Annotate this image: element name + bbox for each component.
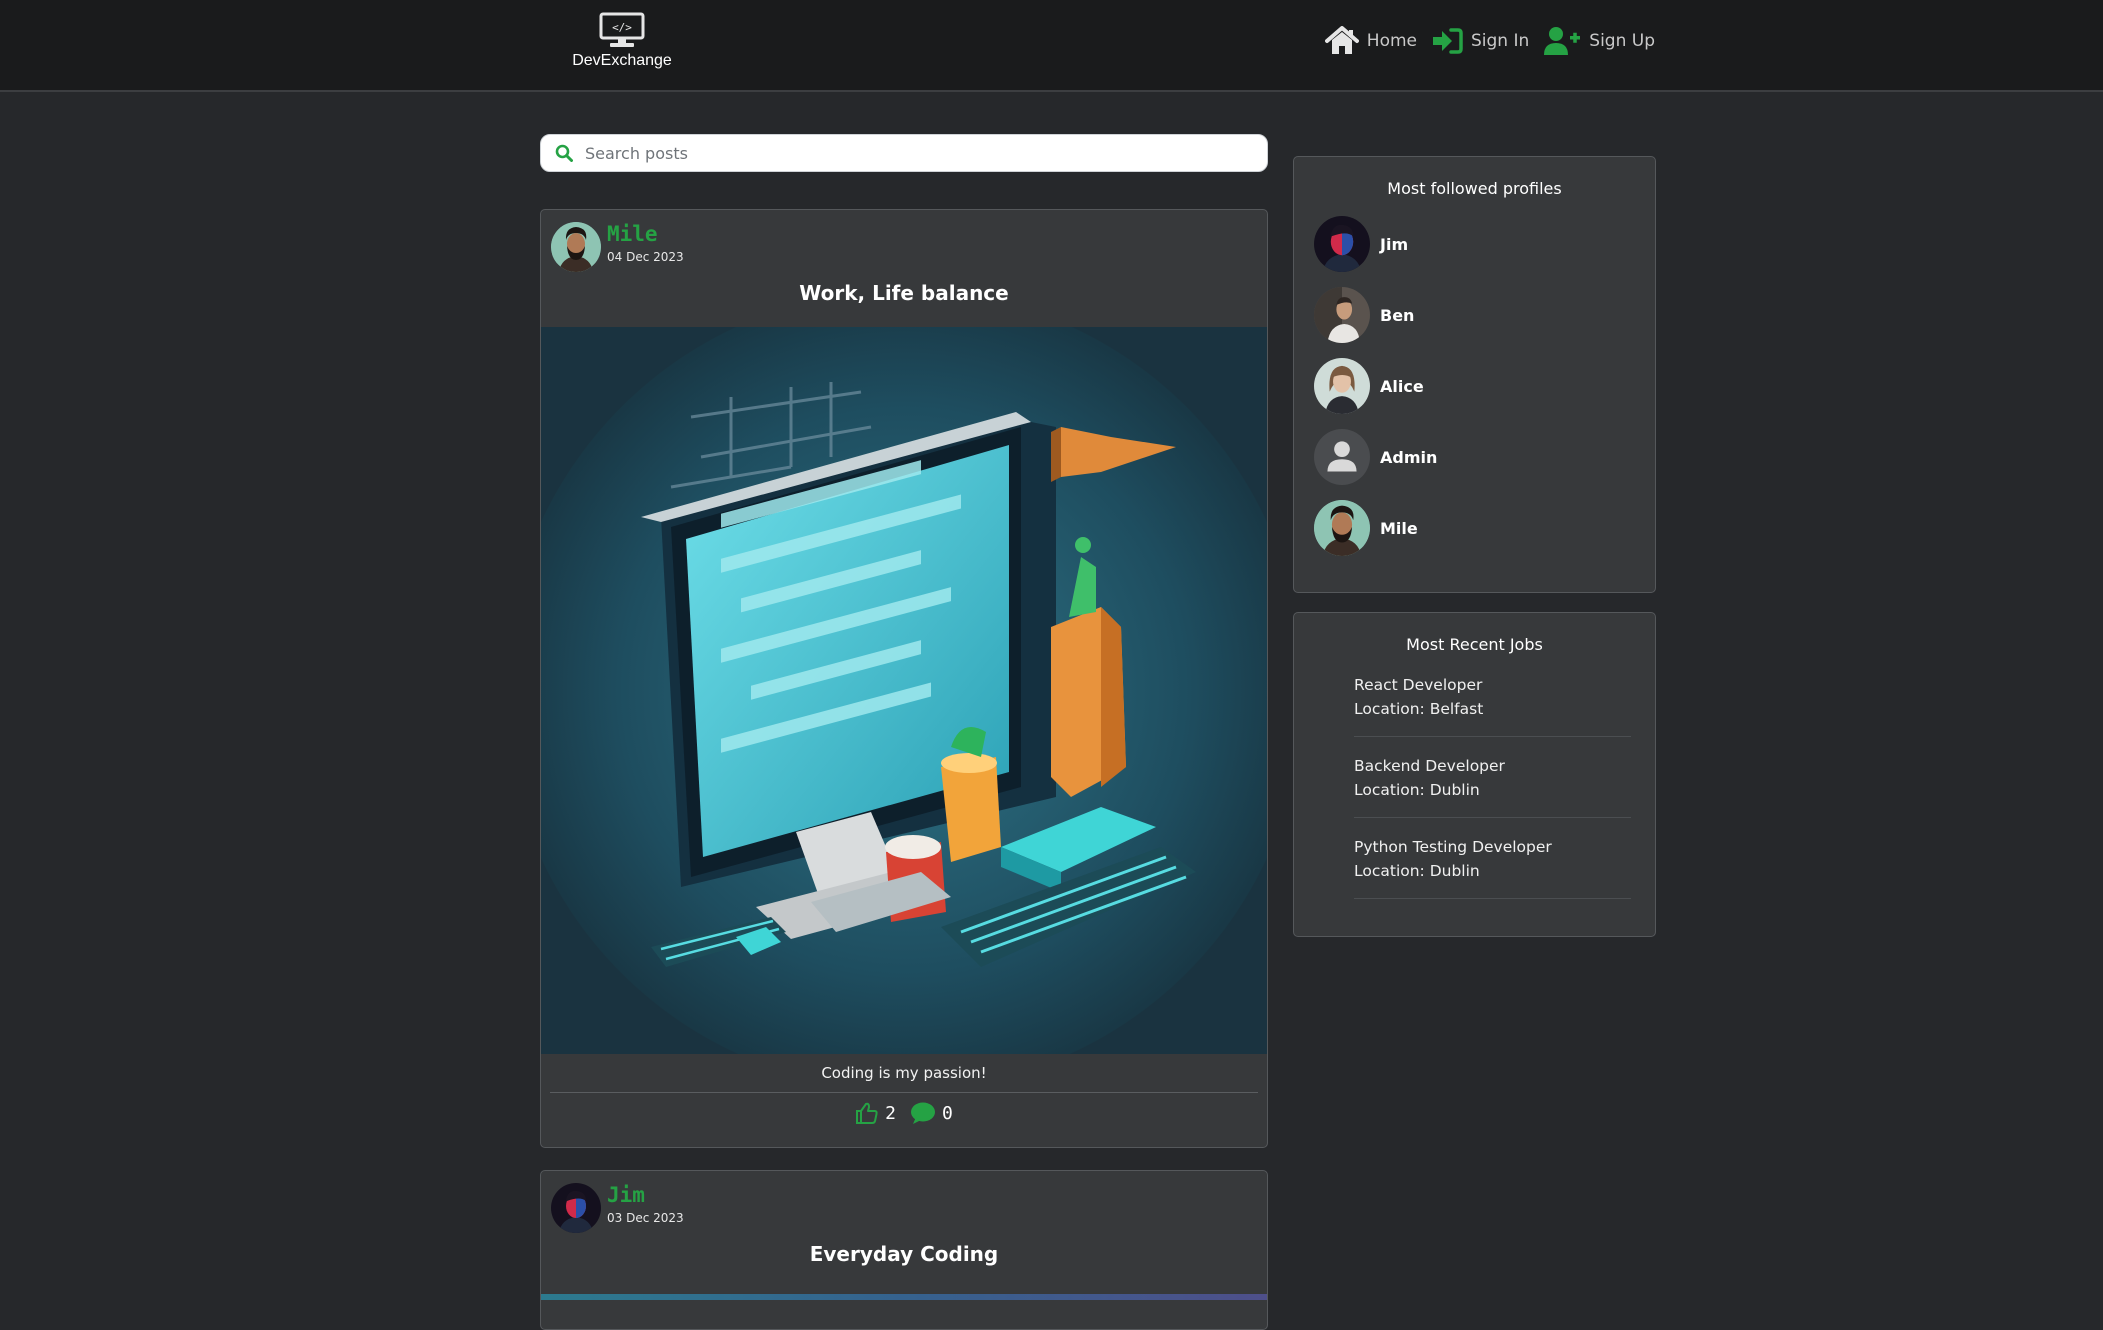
most-recent-jobs-card: Most Recent Jobs React Developer Locatio… [1293, 612, 1656, 937]
post-author-link[interactable]: Jim [607, 1183, 645, 1207]
home-icon [1324, 26, 1359, 54]
profile-item-mile[interactable]: Mile [1314, 500, 1418, 556]
sign-in-icon [1433, 28, 1463, 54]
profile-name: Ben [1380, 305, 1415, 325]
post-header: Jim 03 Dec 2023 [541, 1171, 1267, 1236]
post-title: Work, Life balance [799, 281, 1009, 305]
post-card: Mile 04 Dec 2023 Work, Life balance Codi… [540, 209, 1268, 1148]
profile-avatar [1314, 287, 1370, 343]
job-location: Location: Belfast [1354, 700, 1484, 718]
like-count: 2 [885, 1102, 896, 1124]
profile-name: Admin [1380, 447, 1438, 467]
post-date: 03 Dec 2023 [607, 1211, 684, 1225]
nav-home-link[interactable]: Home [1324, 26, 1417, 56]
job-item[interactable]: Backend Developer Location: Dublin [1354, 754, 1631, 802]
job-divider [1354, 817, 1631, 818]
job-item[interactable]: React Developer Location: Belfast [1354, 673, 1631, 721]
nav-sign-up-label: Sign Up [1589, 31, 1655, 51]
post-card: Jim 03 Dec 2023 Everyday Coding [540, 1170, 1268, 1330]
search-input[interactable] [583, 142, 1227, 164]
profile-avatar [1314, 429, 1370, 485]
like-button[interactable] [855, 1101, 879, 1125]
job-title: Backend Developer [1354, 757, 1505, 775]
profile-item-admin[interactable]: Admin [1314, 429, 1437, 485]
profile-name: Alice [1380, 376, 1424, 396]
post-actions: 2 0 [541, 1093, 1267, 1125]
jobs-card-title: Most Recent Jobs [1406, 635, 1543, 654]
nav-sign-up-link[interactable]: Sign Up [1543, 26, 1655, 56]
job-title: Python Testing Developer [1354, 838, 1552, 856]
top-navbar: </> DevExchange Home Sign In Sign Up [0, 0, 2103, 92]
nav-links: Home Sign In Sign Up [1324, 26, 1655, 56]
post-title: Everyday Coding [809, 1242, 999, 1266]
job-item[interactable]: Python Testing Developer Location: Dubli… [1354, 835, 1631, 883]
user-plus-icon [1544, 27, 1581, 55]
profile-name: Jim [1380, 234, 1409, 254]
post-image[interactable] [541, 327, 1267, 1054]
job-title: React Developer [1354, 676, 1483, 694]
post-image[interactable] [541, 1294, 1267, 1300]
nav-sign-in-link[interactable]: Sign In [1431, 27, 1529, 55]
brand-logo-link[interactable]: </> DevExchange [560, 12, 684, 70]
profiles-card-title: Most followed profiles [1387, 179, 1562, 198]
brand-name: DevExchange [572, 52, 672, 69]
job-location: Location: Dublin [1354, 862, 1480, 880]
comment-count: 0 [942, 1102, 953, 1124]
thumbs-up-icon [856, 1102, 878, 1124]
search-icon [555, 144, 573, 162]
profile-item-jim[interactable]: Jim [1314, 216, 1408, 272]
job-divider [1354, 736, 1631, 737]
post-author-link[interactable]: Mile [607, 222, 658, 246]
job-location: Location: Dublin [1354, 781, 1480, 799]
profile-item-ben[interactable]: Ben [1314, 287, 1414, 343]
post-body: Coding is my passion! [821, 1064, 987, 1082]
profile-name: Mile [1380, 518, 1418, 538]
job-divider [1354, 898, 1631, 899]
profile-avatar [1314, 358, 1370, 414]
profile-avatar [1314, 216, 1370, 272]
nav-home-label: Home [1366, 31, 1417, 51]
profile-item-alice[interactable]: Alice [1314, 358, 1424, 414]
nav-sign-in-label: Sign In [1471, 31, 1530, 51]
svg-text:</>: </> [612, 21, 632, 34]
most-followed-profiles-card: Most followed profiles Jim Ben Alice Adm… [1293, 156, 1656, 593]
comment-icon [911, 1102, 935, 1124]
post-date: 04 Dec 2023 [607, 250, 684, 264]
comment-button[interactable] [910, 1101, 936, 1125]
search-bar [540, 134, 1268, 172]
post-header: Mile 04 Dec 2023 [541, 210, 1267, 275]
author-avatar[interactable] [551, 1183, 601, 1233]
author-avatar[interactable] [551, 222, 601, 272]
profile-avatar [1314, 500, 1370, 556]
monitor-code-icon: </> [599, 12, 645, 47]
